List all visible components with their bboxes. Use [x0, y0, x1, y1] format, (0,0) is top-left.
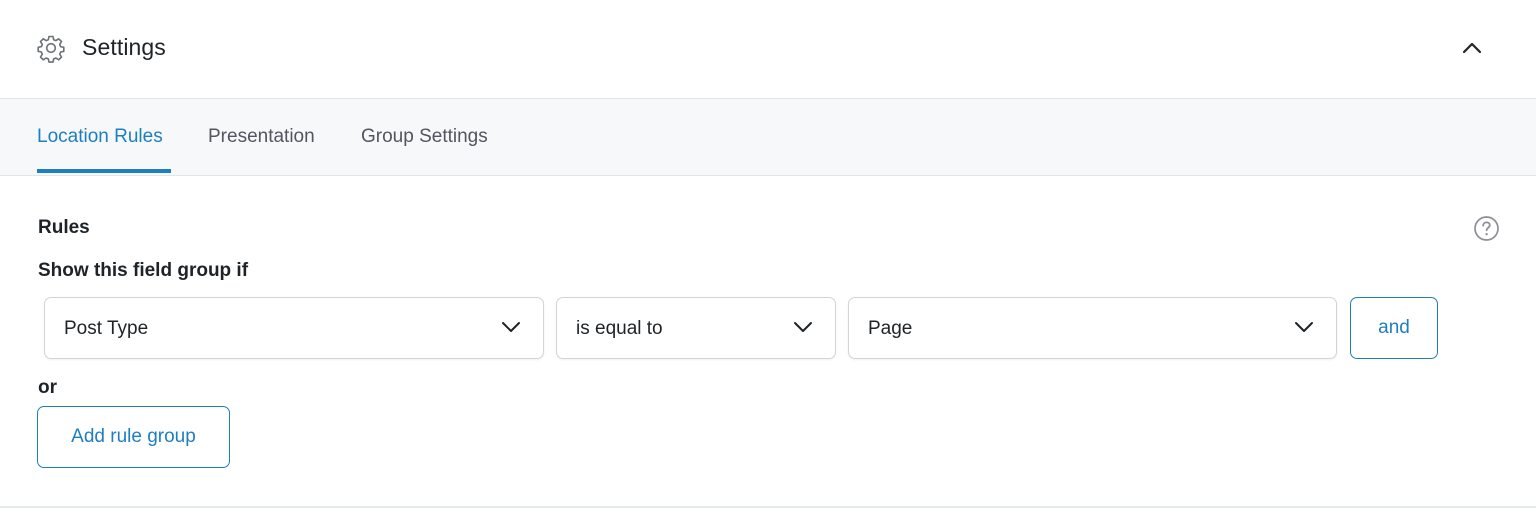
settings-panel: Settings Location Rules Presentation Gro… [0, 0, 1536, 508]
chevron-up-icon[interactable] [1458, 36, 1486, 60]
chevron-down-icon [501, 320, 521, 334]
add-rule-group-button[interactable]: Add rule group [37, 406, 230, 468]
help-circle-icon[interactable] [1473, 215, 1500, 242]
value-select[interactable]: Page [848, 297, 1337, 359]
tab-presentation[interactable]: Presentation [208, 126, 315, 148]
operator-select[interactable]: is equal to [556, 297, 836, 359]
operator-select-value: is equal to [576, 318, 663, 339]
or-label: or [38, 377, 57, 398]
panel-header: Settings [0, 0, 1536, 99]
param-select-value: Post Type [64, 318, 149, 339]
panel-title: Settings [82, 34, 166, 60]
show-if-label: Show this field group if [38, 260, 249, 281]
value-select-value: Page [868, 318, 913, 339]
rules-label: Rules [38, 217, 90, 238]
gear-icon [36, 33, 66, 63]
tab-bar: Location Rules Presentation Group Settin… [0, 99, 1536, 176]
chevron-down-icon [793, 320, 813, 334]
chevron-down-icon [1294, 320, 1314, 334]
tab-group-settings[interactable]: Group Settings [361, 126, 488, 148]
active-tab-indicator [37, 169, 171, 173]
param-select[interactable]: Post Type [44, 297, 544, 359]
tab-location-rules[interactable]: Location Rules [37, 126, 163, 148]
and-button[interactable]: and [1350, 297, 1438, 359]
